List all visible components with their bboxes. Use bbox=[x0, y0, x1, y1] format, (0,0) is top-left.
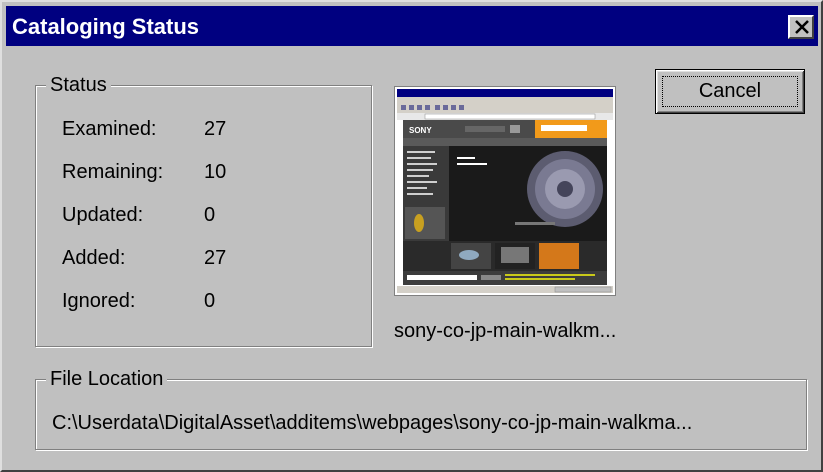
updated-label: Updated: bbox=[62, 204, 144, 226]
status-legend: Status bbox=[46, 74, 111, 97]
close-icon bbox=[795, 20, 809, 34]
updated-value: 0 bbox=[204, 204, 216, 226]
remaining-label: Remaining: bbox=[62, 161, 164, 183]
window-title: Cataloging Status bbox=[12, 14, 200, 39]
title-bar[interactable]: Cataloging Status bbox=[6, 6, 818, 46]
thumbnail-image: SONY bbox=[395, 87, 615, 295]
cancel-button[interactable]: Cancel bbox=[655, 69, 805, 114]
file-path: C:\Userdata\DigitalAsset\additems\webpag… bbox=[52, 412, 693, 434]
status-group: Status Examined: 27 Remaining: 10 Update… bbox=[35, 74, 372, 347]
added-value: 27 bbox=[204, 247, 227, 269]
ignored-value: 0 bbox=[204, 290, 216, 312]
thumbnail-caption: sony-co-jp-main-walkm... bbox=[394, 320, 617, 342]
file-location-group: File Location C:\Userdata\DigitalAsset\a… bbox=[35, 368, 807, 450]
examined-value: 27 bbox=[204, 118, 227, 140]
cataloging-status-dialog: Cataloging Status Status Examined: 27 Re… bbox=[0, 0, 823, 472]
cancel-label: Cancel bbox=[698, 80, 762, 102]
ignored-label: Ignored: bbox=[62, 290, 136, 312]
examined-label: Examined: bbox=[62, 118, 157, 140]
remaining-value: 10 bbox=[204, 161, 227, 183]
file-location-legend: File Location bbox=[46, 368, 168, 391]
webpage-thumbnail: SONY bbox=[394, 86, 616, 296]
close-button[interactable] bbox=[788, 15, 814, 39]
thumb-brand: SONY bbox=[409, 126, 432, 135]
added-label: Added: bbox=[62, 247, 126, 269]
